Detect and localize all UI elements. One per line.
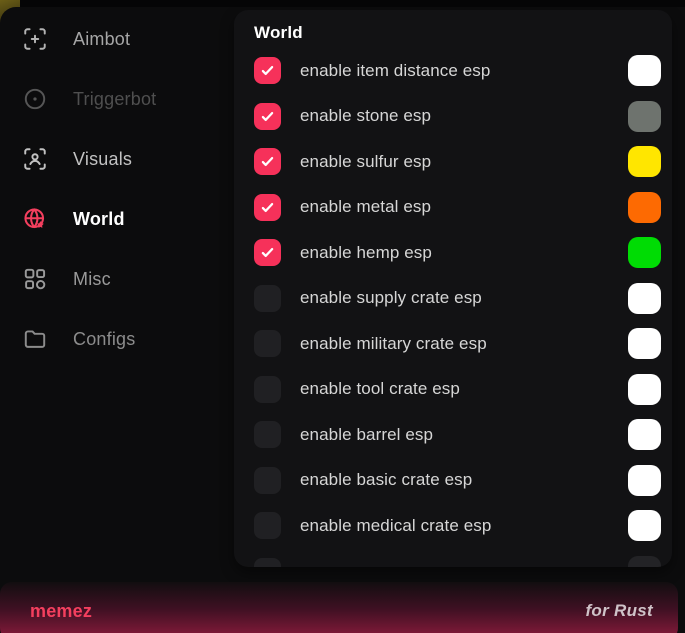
checkbox-unchecked[interactable] bbox=[254, 376, 281, 403]
esp-option-label: enable item distance esp bbox=[300, 61, 490, 81]
checkbox-checked[interactable] bbox=[254, 57, 281, 84]
esp-row: enable sulfur esp bbox=[234, 139, 672, 185]
sidebar-item-misc[interactable]: Misc bbox=[0, 249, 233, 309]
esp-options-list: enable item distance esp enable stone esp… bbox=[234, 48, 672, 567]
color-swatch[interactable] bbox=[628, 101, 661, 132]
sidebar-item-label: World bbox=[73, 209, 125, 230]
checkbox-checked[interactable] bbox=[254, 194, 281, 221]
esp-option-label: enable hemp esp bbox=[300, 243, 432, 263]
scan-face-icon bbox=[22, 146, 48, 172]
esp-row: enable military crate esp bbox=[234, 321, 672, 367]
esp-option-label: enable medical crate esp bbox=[300, 516, 491, 536]
color-swatch[interactable] bbox=[628, 55, 661, 86]
grid-icon bbox=[22, 266, 48, 292]
esp-row: enable item distance esp bbox=[234, 48, 672, 94]
esp-option-label: enable stone esp bbox=[300, 106, 431, 126]
checkbox-unchecked[interactable] bbox=[254, 421, 281, 448]
target-icon bbox=[22, 86, 48, 112]
esp-row: enable metal esp bbox=[234, 185, 672, 231]
sidebar-item-label: Aimbot bbox=[73, 29, 130, 50]
esp-option-label: enable basic crate esp bbox=[300, 470, 472, 490]
color-swatch[interactable] bbox=[628, 328, 661, 359]
brand-label: memez bbox=[30, 601, 92, 622]
esp-row: enable supply crate esp bbox=[234, 276, 672, 322]
color-swatch[interactable] bbox=[628, 465, 661, 496]
esp-option-label: enable metal esp bbox=[300, 197, 431, 217]
esp-row: enable basic crate esp bbox=[234, 458, 672, 504]
esp-row: enable barrel esp bbox=[234, 412, 672, 458]
checkbox-checked[interactable] bbox=[254, 103, 281, 130]
sidebar-item-world[interactable]: World bbox=[0, 189, 233, 249]
esp-row: enable stone esp bbox=[234, 94, 672, 140]
footer-bar: memez for Rust bbox=[0, 582, 678, 633]
color-swatch[interactable] bbox=[628, 556, 661, 567]
checkbox-unchecked[interactable] bbox=[254, 467, 281, 494]
checkbox-unchecked[interactable] bbox=[254, 512, 281, 539]
color-swatch[interactable] bbox=[628, 192, 661, 223]
world-panel: World enable item distance esp enable sto… bbox=[234, 10, 672, 567]
esp-option-label: enable supply crate esp bbox=[300, 288, 482, 308]
sidebar-item-triggerbot[interactable]: Triggerbot bbox=[0, 69, 233, 129]
esp-option-label: enable barrel esp bbox=[300, 425, 433, 445]
sidebar-item-label: Configs bbox=[73, 329, 135, 350]
checkmark-icon bbox=[259, 108, 276, 125]
sidebar: Aimbot Triggerbot Visuals World Misc Configs bbox=[0, 7, 233, 567]
esp-row: enable hemp esp bbox=[234, 230, 672, 276]
panel-title: World bbox=[254, 23, 672, 48]
checkmark-icon bbox=[259, 244, 276, 261]
folder-icon bbox=[22, 326, 48, 352]
color-swatch[interactable] bbox=[628, 419, 661, 450]
sidebar-item-label: Visuals bbox=[73, 149, 132, 170]
esp-row: enable medical crate esp bbox=[234, 503, 672, 549]
tagline-label: for Rust bbox=[585, 601, 653, 621]
sidebar-item-configs[interactable]: Configs bbox=[0, 309, 233, 369]
checkmark-icon bbox=[259, 62, 276, 79]
color-swatch[interactable] bbox=[628, 374, 661, 405]
checkbox-unchecked[interactable] bbox=[254, 558, 281, 567]
esp-row: enable tool crate esp bbox=[234, 367, 672, 413]
globe-icon bbox=[22, 206, 48, 232]
sidebar-item-aimbot[interactable]: Aimbot bbox=[0, 9, 233, 69]
sidebar-item-label: Misc bbox=[73, 269, 111, 290]
cheat-menu-window: AimbotTriggerbotVisualsWorldMiscConfigs … bbox=[0, 7, 685, 633]
sidebar-item-visuals[interactable]: Visuals bbox=[0, 129, 233, 189]
color-swatch[interactable] bbox=[628, 510, 661, 541]
color-swatch[interactable] bbox=[628, 237, 661, 268]
esp-row-partial bbox=[234, 549, 672, 568]
sidebar-item-label: Triggerbot bbox=[73, 89, 156, 110]
crosshair-scan-icon bbox=[22, 26, 48, 52]
esp-option-label: enable sulfur esp bbox=[300, 152, 431, 172]
checkbox-unchecked[interactable] bbox=[254, 330, 281, 357]
checkbox-checked[interactable] bbox=[254, 239, 281, 266]
checkmark-icon bbox=[259, 199, 276, 216]
checkbox-unchecked[interactable] bbox=[254, 285, 281, 312]
checkmark-icon bbox=[259, 153, 276, 170]
esp-option-label: enable military crate esp bbox=[300, 334, 487, 354]
color-swatch[interactable] bbox=[628, 146, 661, 177]
color-swatch[interactable] bbox=[628, 283, 661, 314]
esp-option-label: enable tool crate esp bbox=[300, 379, 460, 399]
checkbox-checked[interactable] bbox=[254, 148, 281, 175]
